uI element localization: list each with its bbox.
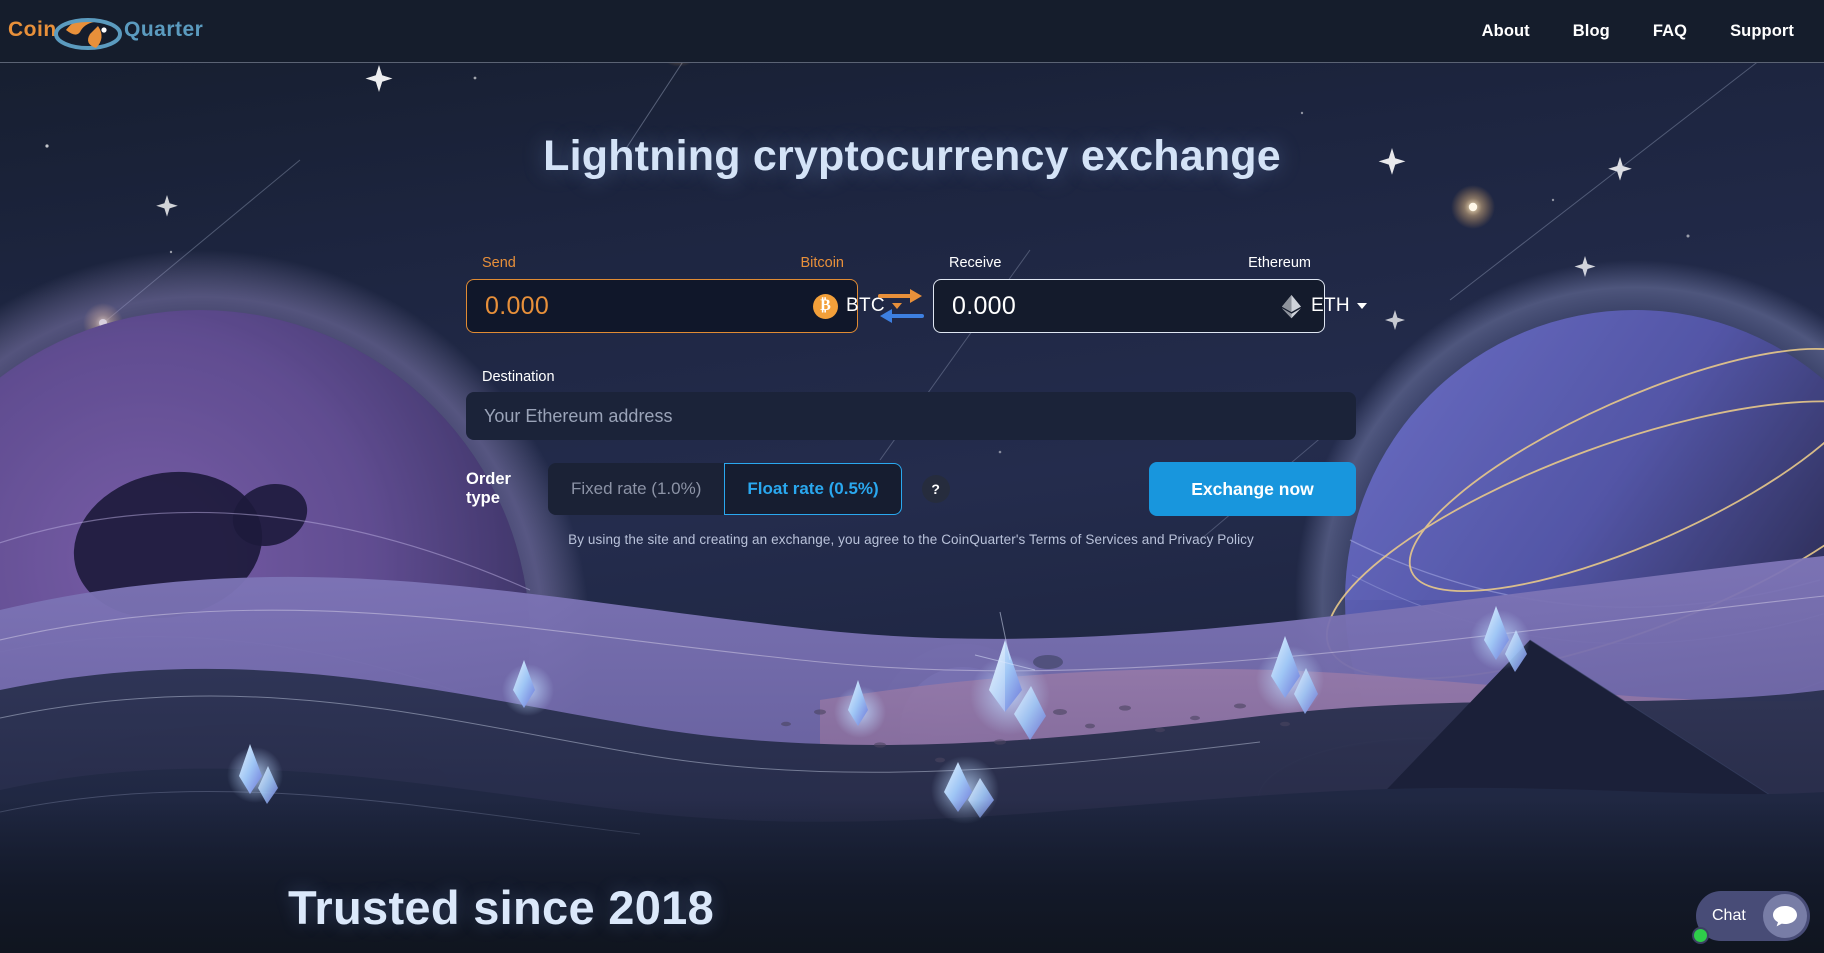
send-currency-name: Bitcoin bbox=[800, 255, 844, 271]
receive-field-block: Receive Ethereum 0.000 ETH bbox=[933, 255, 1367, 333]
order-type-row: Order type Fixed rate (1.0%) Float rate … bbox=[466, 462, 1356, 516]
order-type-segmented-control: Fixed rate (1.0%) Float rate (0.5%) bbox=[548, 463, 902, 515]
amount-row: Send Bitcoin ₿ BTC bbox=[466, 255, 1367, 355]
receive-amount-input[interactable] bbox=[952, 291, 1274, 321]
nav-link-blog[interactable]: Blog bbox=[1573, 22, 1610, 41]
exchange-now-button[interactable]: Exchange now bbox=[1149, 462, 1356, 516]
swap-arrows-icon bbox=[878, 289, 924, 323]
chat-widget-button[interactable]: Chat bbox=[1692, 891, 1810, 944]
send-amount-input[interactable] bbox=[485, 291, 807, 321]
order-type-label: Order type bbox=[466, 470, 511, 507]
receive-currency-name: Ethereum bbox=[1248, 255, 1311, 271]
bitcoin-icon: ₿ bbox=[813, 293, 838, 319]
send-input-box[interactable]: ₿ BTC bbox=[466, 279, 902, 333]
nav-link-faq[interactable]: FAQ bbox=[1653, 22, 1687, 41]
destination-input[interactable] bbox=[466, 392, 1356, 440]
receive-input-box[interactable]: ETH bbox=[933, 279, 1367, 333]
site-header: Coin Quarter About Blog FAQ Support bbox=[0, 0, 1824, 63]
swap-currencies-button[interactable] bbox=[872, 281, 930, 333]
receive-currency-selector[interactable]: ETH bbox=[1274, 294, 1367, 319]
destination-block: Destination bbox=[466, 369, 1356, 440]
logo[interactable]: Coin Quarter bbox=[6, 6, 216, 54]
nav-link-about[interactable]: About bbox=[1482, 22, 1530, 41]
exchange-widget: Send Bitcoin ₿ BTC bbox=[466, 255, 1367, 547]
chevron-down-icon bbox=[1356, 303, 1367, 309]
send-field-block: Send Bitcoin ₿ BTC bbox=[466, 255, 902, 333]
receive-label: Receive bbox=[949, 255, 1002, 271]
send-labels: Send Bitcoin bbox=[466, 255, 858, 279]
order-type-fixed-rate-option[interactable]: Fixed rate (1.0%) bbox=[548, 463, 725, 515]
destination-label: Destination bbox=[482, 369, 555, 385]
send-label: Send bbox=[482, 255, 516, 271]
page-root: Coin Quarter About Blog FAQ Support Ligh… bbox=[0, 0, 1824, 953]
chat-bubble-icon bbox=[1763, 894, 1807, 938]
chat-online-status-indicator bbox=[1692, 927, 1709, 944]
svg-text:Coin: Coin bbox=[8, 18, 57, 41]
nav-link-support[interactable]: Support bbox=[1730, 22, 1794, 41]
main-navigation: About Blog FAQ Support bbox=[1482, 0, 1794, 62]
trusted-since-banner: Trusted since 2018 bbox=[288, 881, 715, 934]
terms-notice: By using the site and creating an exchan… bbox=[568, 532, 1254, 547]
order-type-float-rate-option[interactable]: Float rate (0.5%) bbox=[724, 463, 902, 515]
ethereum-icon bbox=[1280, 294, 1303, 319]
receive-currency-symbol: ETH bbox=[1311, 295, 1350, 316]
fish-logo-icon bbox=[54, 18, 122, 50]
svg-text:Quarter: Quarter bbox=[124, 18, 203, 41]
chat-label: Chat bbox=[1712, 907, 1746, 924]
page-title: Lightning cryptocurrency exchange bbox=[543, 132, 1281, 180]
receive-labels: Receive Ethereum bbox=[933, 255, 1325, 279]
order-type-help-icon[interactable]: ? bbox=[921, 475, 950, 503]
